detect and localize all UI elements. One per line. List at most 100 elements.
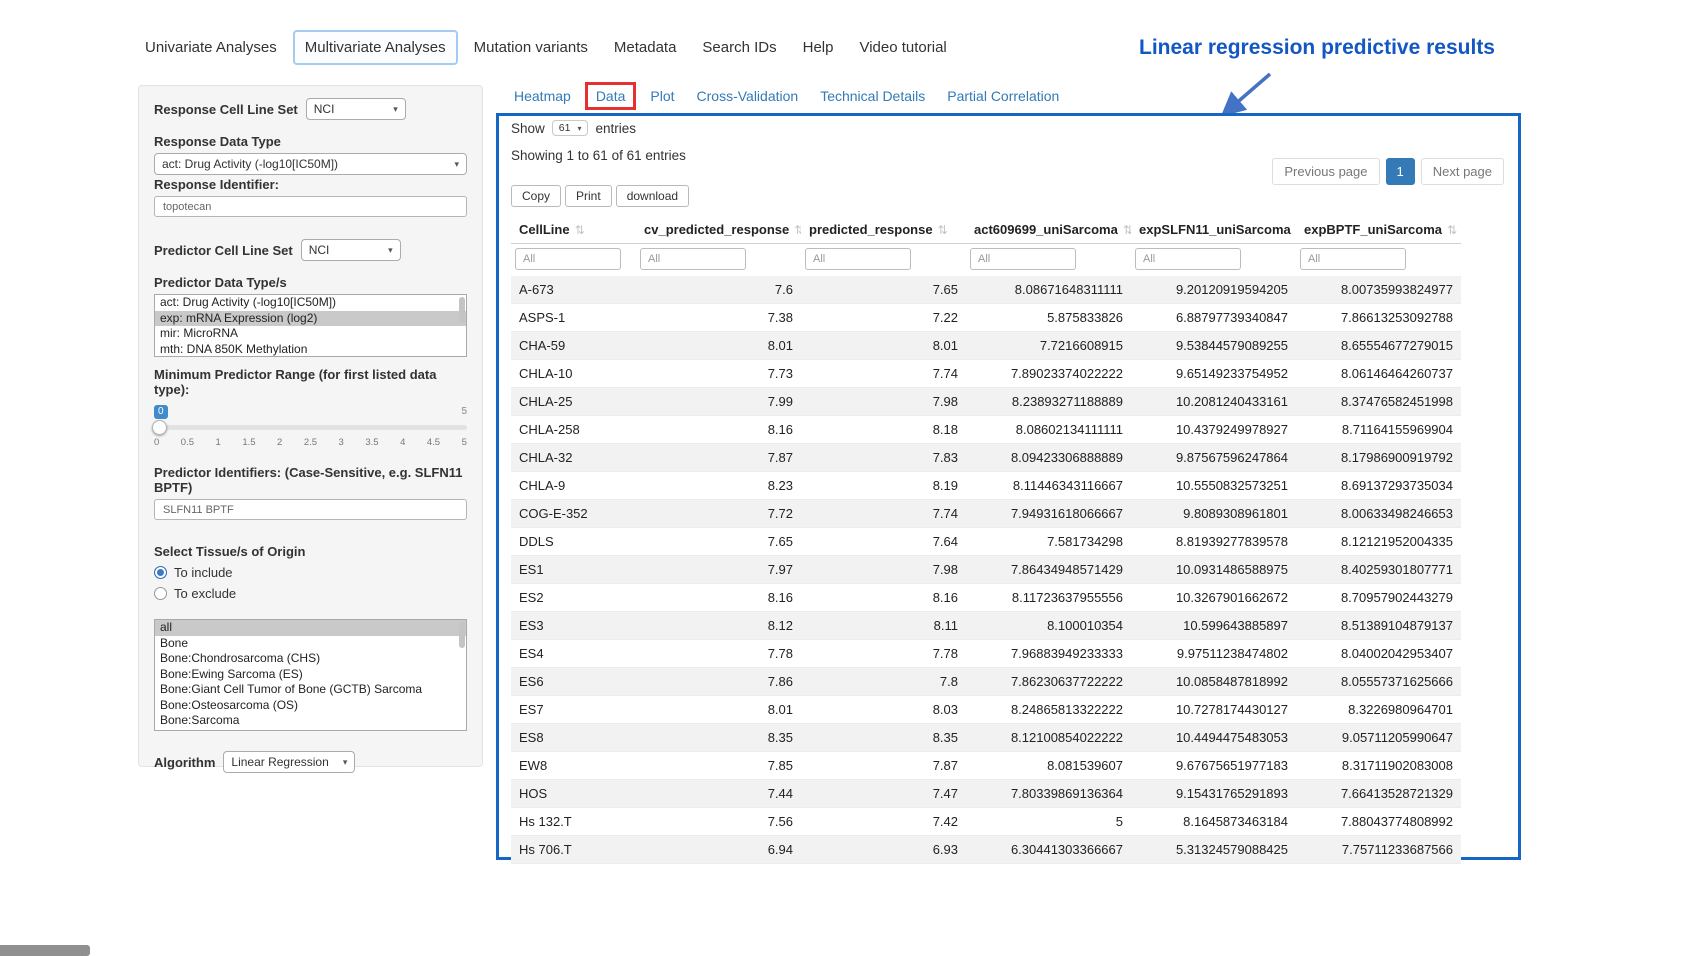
table-row[interactable]: ES88.358.358.1210085402222210.4494475483… bbox=[511, 724, 1461, 752]
column-header-predicted-response[interactable]: predicted_response⇅ bbox=[801, 216, 966, 244]
print-button[interactable]: Print bbox=[565, 185, 612, 207]
table-row[interactable]: ES78.018.038.2486581332222210.7278174430… bbox=[511, 696, 1461, 724]
column-header-cv-predicted-response[interactable]: cv_predicted_response⇅ bbox=[636, 216, 801, 244]
entries-per-page-select[interactable]: 61 ▾ bbox=[552, 120, 589, 136]
tab-plot[interactable]: Plot bbox=[639, 82, 685, 110]
next-page-button[interactable]: Next page bbox=[1421, 158, 1504, 185]
table-row[interactable]: ES47.787.787.968839492333339.97511238474… bbox=[511, 640, 1461, 668]
slider-handle[interactable] bbox=[152, 420, 167, 435]
nav-item-search-ids[interactable]: Search IDs bbox=[692, 32, 786, 63]
nav-item-univariate-analyses[interactable]: Univariate Analyses bbox=[135, 32, 287, 63]
tissue-option-bone-osteosarcoma-os[interactable]: Bone:Osteosarcoma (OS) bbox=[155, 698, 466, 714]
tab-technical-details[interactable]: Technical Details bbox=[809, 82, 936, 110]
column-header-expbptf-unisarcoma[interactable]: expBPTF_uniSarcoma⇅ bbox=[1296, 216, 1461, 244]
algorithm-select[interactable]: Linear Regression ▾ bbox=[223, 751, 355, 773]
response-cell-line-set-select[interactable]: NCI ▾ bbox=[306, 98, 406, 120]
response-data-type-select[interactable]: act: Drug Activity (-log10[IC50M]) ▾ bbox=[154, 153, 467, 175]
tissue-option-peripheral-nervous-system[interactable]: Peripheral_Nervous_System bbox=[155, 729, 466, 732]
min-predictor-range-slider[interactable]: 0 5 00.511.522.533.544.55 bbox=[154, 405, 467, 451]
predictor-cell-line-set-label: Predictor Cell Line Set bbox=[154, 243, 293, 258]
column-header-act609699-unisarcoma[interactable]: act609699_uniSarcoma⇅ bbox=[966, 216, 1131, 244]
sort-icon[interactable]: ⇅ bbox=[575, 223, 585, 237]
sort-icon[interactable]: ⇅ bbox=[794, 223, 801, 237]
nav-item-help[interactable]: Help bbox=[793, 32, 844, 63]
value-cell: 7.6 bbox=[636, 276, 801, 304]
copy-button[interactable]: Copy bbox=[511, 185, 561, 207]
table-row[interactable]: ES38.128.118.10001035410.5996438858978.5… bbox=[511, 612, 1461, 640]
sort-icon[interactable]: ⇅ bbox=[1447, 223, 1457, 237]
response-identifier-input[interactable] bbox=[154, 196, 467, 217]
column-header-cellline[interactable]: CellLine⇅ bbox=[511, 216, 636, 244]
value-cell: 8.37476582451998 bbox=[1296, 388, 1461, 416]
scrollbar-thumb[interactable] bbox=[459, 297, 465, 323]
tissue-option-bone-ewing-sarcoma-es[interactable]: Bone:Ewing Sarcoma (ES) bbox=[155, 667, 466, 683]
tissue-option-bone-chondrosarcoma-chs[interactable]: Bone:Chondrosarcoma (CHS) bbox=[155, 651, 466, 667]
download-button[interactable]: download bbox=[616, 185, 689, 207]
table-row[interactable]: CHA-598.018.017.72166089159.538445790892… bbox=[511, 332, 1461, 360]
filter-input-expslfn11-unisarcoma[interactable] bbox=[1135, 248, 1241, 270]
table-row[interactable]: DDLS7.657.647.5817342988.819392778395788… bbox=[511, 528, 1461, 556]
nav-item-multivariate-analyses[interactable]: Multivariate Analyses bbox=[293, 30, 458, 65]
previous-page-button[interactable]: Previous page bbox=[1272, 158, 1379, 185]
slider-track[interactable] bbox=[154, 425, 467, 430]
value-cell: 7.89023374022222 bbox=[966, 360, 1131, 388]
value-cell: 7.97 bbox=[636, 556, 801, 584]
predictor-cell-line-set-select[interactable]: NCI ▾ bbox=[301, 239, 401, 261]
value-cell: 7.94931618066667 bbox=[966, 500, 1131, 528]
column-header-expslfn11-unisarcoma[interactable]: expSLFN11_uniSarcoma⇅ bbox=[1131, 216, 1296, 244]
table-row[interactable]: CHLA-98.238.198.1144634311666710.5550832… bbox=[511, 472, 1461, 500]
table-row[interactable]: ES28.168.168.1172363795555610.3267901662… bbox=[511, 584, 1461, 612]
filter-input-predicted-response[interactable] bbox=[805, 248, 911, 270]
tab-partial-correlation[interactable]: Partial Correlation bbox=[936, 82, 1070, 110]
sort-icon[interactable]: ⇅ bbox=[938, 223, 948, 237]
page-1-button[interactable]: 1 bbox=[1386, 158, 1415, 185]
filter-input-cv-predicted-response[interactable] bbox=[640, 248, 746, 270]
filter-input-cellline[interactable] bbox=[515, 248, 621, 270]
scrollbar-thumb[interactable] bbox=[459, 622, 465, 648]
table-row[interactable]: Hs 706.T6.946.936.304413033666675.313245… bbox=[511, 836, 1461, 864]
radio-to-exclude[interactable]: To exclude bbox=[154, 586, 467, 601]
filter-input-expbptf-unisarcoma[interactable] bbox=[1300, 248, 1406, 270]
nav-item-metadata[interactable]: Metadata bbox=[604, 32, 687, 63]
show-entries-row: Show 61 ▾ entries bbox=[511, 120, 1506, 136]
tissue-option-bone[interactable]: Bone bbox=[155, 636, 466, 652]
annotation-title: Linear regression predictive results bbox=[1000, 36, 1495, 60]
table-row[interactable]: CHLA-327.877.838.094233068888899.8756759… bbox=[511, 444, 1461, 472]
table-row[interactable]: ES67.867.87.8623063772222210.08584878189… bbox=[511, 668, 1461, 696]
slider-tick: 4 bbox=[400, 437, 405, 448]
predictor-data-types-list[interactable]: act: Drug Activity (-log10[IC50M])exp: m… bbox=[154, 294, 467, 357]
table-row[interactable]: COG-E-3527.727.747.949316180666679.80893… bbox=[511, 500, 1461, 528]
sort-icon[interactable]: ⇅ bbox=[1123, 223, 1131, 237]
sidebar-controls: Response Cell Line Set NCI ▾ Response Da… bbox=[138, 85, 483, 767]
table-row[interactable]: ASPS-17.387.225.8758338266.8879773934084… bbox=[511, 304, 1461, 332]
predictor-type-option-exp-mrna-expression-log2[interactable]: exp: mRNA Expression (log2) bbox=[155, 311, 466, 327]
filter-input-act609699-unisarcoma[interactable] bbox=[970, 248, 1076, 270]
tab-heatmap[interactable]: Heatmap bbox=[503, 82, 582, 110]
cellline-cell: DDLS bbox=[511, 528, 636, 556]
table-row[interactable]: CHLA-107.737.747.890233740222229.6514923… bbox=[511, 360, 1461, 388]
tab-cross-validation[interactable]: Cross-Validation bbox=[686, 82, 810, 110]
predictor-type-option-mir-microrna[interactable]: mir: MicroRNA bbox=[155, 326, 466, 342]
table-row[interactable]: CHLA-257.997.988.2389327118888910.208124… bbox=[511, 388, 1461, 416]
slider-tick: 0 bbox=[154, 437, 159, 448]
table-row[interactable]: ES17.977.987.8643494857142910.0931486588… bbox=[511, 556, 1461, 584]
nav-item-mutation-variants[interactable]: Mutation variants bbox=[464, 32, 598, 63]
tissue-option-all[interactable]: all bbox=[155, 620, 466, 636]
predictor-identifiers-input[interactable] bbox=[154, 499, 467, 520]
value-cell: 8.40259301807771 bbox=[1296, 556, 1461, 584]
table-row[interactable]: HOS7.447.477.803398691363649.15431765291… bbox=[511, 780, 1461, 808]
predictor-type-option-act-drug-activity-log10-ic50m[interactable]: act: Drug Activity (-log10[IC50M]) bbox=[155, 295, 466, 311]
top-nav: Univariate AnalysesMultivariate Analyses… bbox=[135, 30, 957, 65]
tab-data[interactable]: Data bbox=[585, 82, 637, 110]
tissue-list[interactable]: allBoneBone:Chondrosarcoma (CHS)Bone:Ewi… bbox=[154, 619, 467, 731]
predictor-type-option-mth-dna-850k-methylation[interactable]: mth: DNA 850K Methylation bbox=[155, 342, 466, 358]
tissue-option-bone-giant-cell-tumor-of-bone-gctb-sarcoma[interactable]: Bone:Giant Cell Tumor of Bone (GCTB) Sar… bbox=[155, 682, 466, 698]
nav-item-video-tutorial[interactable]: Video tutorial bbox=[849, 32, 956, 63]
table-row[interactable]: EW87.857.878.0815396079.676756519771838.… bbox=[511, 752, 1461, 780]
radio-to-include[interactable]: To include bbox=[154, 565, 467, 580]
table-row[interactable]: A-6737.67.658.086716483111119.2012091959… bbox=[511, 276, 1461, 304]
value-cell: 8.100010354 bbox=[966, 612, 1131, 640]
table-row[interactable]: CHLA-2588.168.188.0860213411111110.43792… bbox=[511, 416, 1461, 444]
tissue-option-bone-sarcoma[interactable]: Bone:Sarcoma bbox=[155, 713, 466, 729]
table-row[interactable]: Hs 132.T7.567.4258.16458734631847.880437… bbox=[511, 808, 1461, 836]
